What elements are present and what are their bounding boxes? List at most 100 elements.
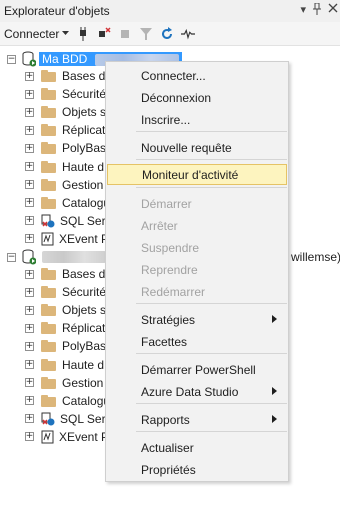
tree-node-label: Haute d xyxy=(62,357,105,372)
stop-icon[interactable] xyxy=(118,27,132,41)
menu-separator xyxy=(136,353,287,354)
expand-toggle[interactable]: + xyxy=(25,143,34,153)
tree-node-folder[interactable]: + XEvent P xyxy=(25,428,109,446)
expand-toggle[interactable]: + xyxy=(25,89,34,99)
folder-icon xyxy=(41,358,57,371)
menu-item-label: Actualiser xyxy=(141,440,194,455)
expand-toggle[interactable]: + xyxy=(25,216,34,226)
menu-item-nouvelle-requete[interactable]: Nouvelle requête xyxy=(107,137,287,158)
expand-toggle[interactable]: + xyxy=(25,287,34,297)
expand-toggle[interactable]: + xyxy=(25,432,34,442)
tree-node-folder[interactable]: + XEvent P xyxy=(25,230,109,248)
menu-item-rapports[interactable]: Rapports xyxy=(107,409,287,430)
chevron-down-icon xyxy=(62,31,70,35)
menu-item-proprietes[interactable]: Propriétés xyxy=(107,459,287,480)
submenu-arrow-icon xyxy=(272,415,277,423)
expand-toggle[interactable]: + xyxy=(25,125,34,135)
menu-separator xyxy=(136,303,287,304)
tree-node-folder[interactable]: + Réplicati xyxy=(25,121,108,139)
tree-node-folder[interactable]: + Catalogu xyxy=(25,194,110,212)
close-icon[interactable] xyxy=(328,3,338,18)
expand-toggle[interactable]: + xyxy=(25,341,34,351)
menu-separator xyxy=(136,187,287,188)
tree-node-folder[interactable]: + Gestion xyxy=(25,374,103,392)
menu-item-suspendre: Suspendre xyxy=(107,237,287,258)
expand-toggle[interactable]: + xyxy=(25,414,34,424)
expand-toggle[interactable]: + xyxy=(25,396,34,406)
folder-icon xyxy=(41,286,57,299)
expand-toggle[interactable]: + xyxy=(25,198,34,208)
panel-dropdown-icon[interactable]: ▾ xyxy=(300,3,306,18)
menu-item-strategies[interactable]: Stratégies xyxy=(107,309,287,330)
tree-node-folder[interactable]: + SQL Serv xyxy=(25,410,112,428)
tree-node-folder[interactable]: + Sécurité xyxy=(25,283,106,301)
menu-item-redemarrer: Redémarrer xyxy=(107,281,287,302)
menu-item-label: Déconnexion xyxy=(141,90,212,105)
expand-toggle[interactable]: + xyxy=(25,180,34,190)
menu-item-label: Démarrer PowerShell xyxy=(141,362,256,377)
activity-monitor-icon[interactable] xyxy=(181,27,196,41)
collapse-toggle[interactable]: − xyxy=(7,54,16,64)
connect-dropdown-button[interactable]: Connecter xyxy=(4,26,70,41)
menu-item-connecter[interactable]: Connecter... xyxy=(107,65,287,86)
tree-node-folder[interactable]: + Réplicati xyxy=(25,319,108,337)
menu-item-actualiser[interactable]: Actualiser xyxy=(107,437,287,458)
collapse-toggle[interactable]: − xyxy=(7,252,16,262)
context-menu: Connecter... Déconnexion Inscrire... Nouvel… xyxy=(105,61,289,482)
expand-toggle[interactable]: + xyxy=(25,234,34,244)
tree-node-folder[interactable]: + Bases de xyxy=(25,67,112,85)
submenu-arrow-icon xyxy=(272,315,277,323)
folder-icon xyxy=(41,106,57,119)
tree-node-folder[interactable]: + Gestion xyxy=(25,176,103,194)
sql-agent-icon xyxy=(41,412,55,426)
menu-item-label: Azure Data Studio xyxy=(141,384,239,399)
tree-node-label: Catalogu xyxy=(62,195,111,210)
tree-node-label: Objets s xyxy=(62,105,107,120)
folder-icon xyxy=(41,376,57,389)
menu-item-moniteur-d-activite[interactable]: Moniteur d'activité xyxy=(107,164,287,185)
tree-node-label: Haute d xyxy=(62,159,105,174)
tree-node-folder[interactable]: + Haute d xyxy=(25,158,104,176)
expand-toggle[interactable]: + xyxy=(25,360,34,369)
tree-node-folder[interactable]: + SQL Serv xyxy=(25,212,112,230)
connect-plug-icon[interactable] xyxy=(76,26,90,41)
tree-node-label: SQL Serv xyxy=(60,213,112,228)
menu-item-inscrire[interactable]: Inscrire... xyxy=(107,109,287,130)
tree-node-folder[interactable]: + Objets s xyxy=(25,301,106,319)
refresh-icon[interactable] xyxy=(160,26,174,41)
xevent-profiler-icon xyxy=(41,232,54,246)
tree-node-folder[interactable]: + Haute d xyxy=(25,356,104,374)
folder-icon xyxy=(41,124,57,137)
expand-toggle[interactable]: + xyxy=(25,323,34,333)
tree-node-folder[interactable]: + Sécurité xyxy=(25,85,106,103)
folder-icon xyxy=(41,304,57,317)
menu-item-deconnexion[interactable]: Déconnexion xyxy=(107,87,287,108)
pin-icon[interactable] xyxy=(312,2,322,18)
menu-item-facettes[interactable]: Facettes xyxy=(107,331,287,352)
tree-node-folder[interactable]: + Objets s xyxy=(25,103,106,121)
tree-node-folder[interactable]: + Catalogu xyxy=(25,392,110,410)
expand-toggle[interactable]: + xyxy=(25,162,34,171)
tree-node-label: SQL Serv xyxy=(60,411,112,426)
tree-node-folder[interactable]: + Bases de xyxy=(25,265,112,283)
menu-item-demarrer-powershell[interactable]: Démarrer PowerShell xyxy=(107,359,287,380)
tree-node-server[interactable]: − xyxy=(7,248,106,266)
connect-label: Connecter xyxy=(4,26,60,41)
folder-icon xyxy=(41,394,57,407)
menu-item-label: Arrêter xyxy=(141,218,178,233)
tree-node-label: Sécurité xyxy=(62,87,107,102)
disconnect-icon[interactable] xyxy=(97,26,111,41)
tree-node-folder[interactable]: + PolyBase xyxy=(25,337,113,355)
expand-toggle[interactable]: + xyxy=(25,269,34,279)
expand-toggle[interactable]: + xyxy=(25,71,34,81)
expand-toggle[interactable]: + xyxy=(25,107,34,117)
menu-item-label: Démarrer xyxy=(141,196,192,211)
expand-toggle[interactable]: + xyxy=(25,378,34,388)
tree-node-folder[interactable]: + PolyBase xyxy=(25,139,113,157)
sql-agent-icon xyxy=(41,214,55,228)
menu-item-label: Redémarrer xyxy=(141,284,206,299)
menu-item-azure-data-studio[interactable]: Azure Data Studio xyxy=(107,381,287,402)
server-name: Ma BDD xyxy=(42,52,88,66)
filter-icon[interactable] xyxy=(139,27,153,41)
expand-toggle[interactable]: + xyxy=(25,305,34,315)
